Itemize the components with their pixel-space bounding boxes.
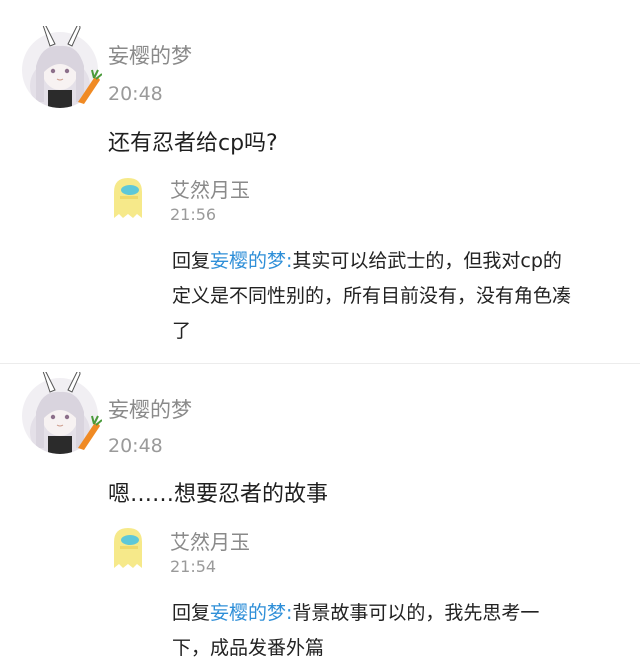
comment-text: 嗯……想要忍者的故事 [108,482,329,507]
reply-text: 回复妄樱的梦:背景故事可以的，我先思考一 下，成品发番外篇 [172,596,622,666]
reply-text: 回复妄樱的梦:其实可以给武士的，但我对cp的 定义是不同性别的，所有目前没有，没… [172,244,622,349]
reply-prefix: 回复 [172,250,211,272]
comment-time: 20:48 [108,83,163,105]
comment-text: 还有忍者给cp吗? [108,131,278,156]
reply-time: 21:54 [170,557,217,576]
mention-link[interactable]: 妄樱的梦: [210,602,292,624]
avatar[interactable] [104,174,152,222]
mention-link[interactable]: 妄樱的梦: [210,250,292,272]
reply-body-line: 其实可以给武士的，但我对cp的 [292,250,562,272]
reply-author-name[interactable]: 艾然月玉 [170,174,250,203]
reply-body-line: 下，成品发番外篇 [172,637,325,659]
comment-time: 20:48 [108,435,163,457]
divider [0,363,640,364]
avatar[interactable] [22,372,102,454]
avatar[interactable] [22,26,102,108]
author-name[interactable]: 妄樱的梦 [108,394,192,424]
reply-prefix: 回复 [172,602,211,624]
bunny-girl-avatar-icon [22,26,102,108]
author-name[interactable]: 妄樱的梦 [108,40,192,70]
reply-body-line: 背景故事可以的，我先思考一 [292,602,540,624]
yellow-ghost-avatar-icon [114,178,142,218]
reply-body-line: 定义是不同性别的，所有目前没有，没有角色凑 [172,285,572,307]
reply-author-name[interactable]: 艾然月玉 [170,526,250,555]
avatar[interactable] [104,524,152,572]
yellow-ghost-avatar-icon [114,528,142,568]
reply-body-line: 了 [172,320,192,342]
bunny-girl-avatar-icon [22,372,102,454]
reply-time: 21:56 [170,205,217,224]
